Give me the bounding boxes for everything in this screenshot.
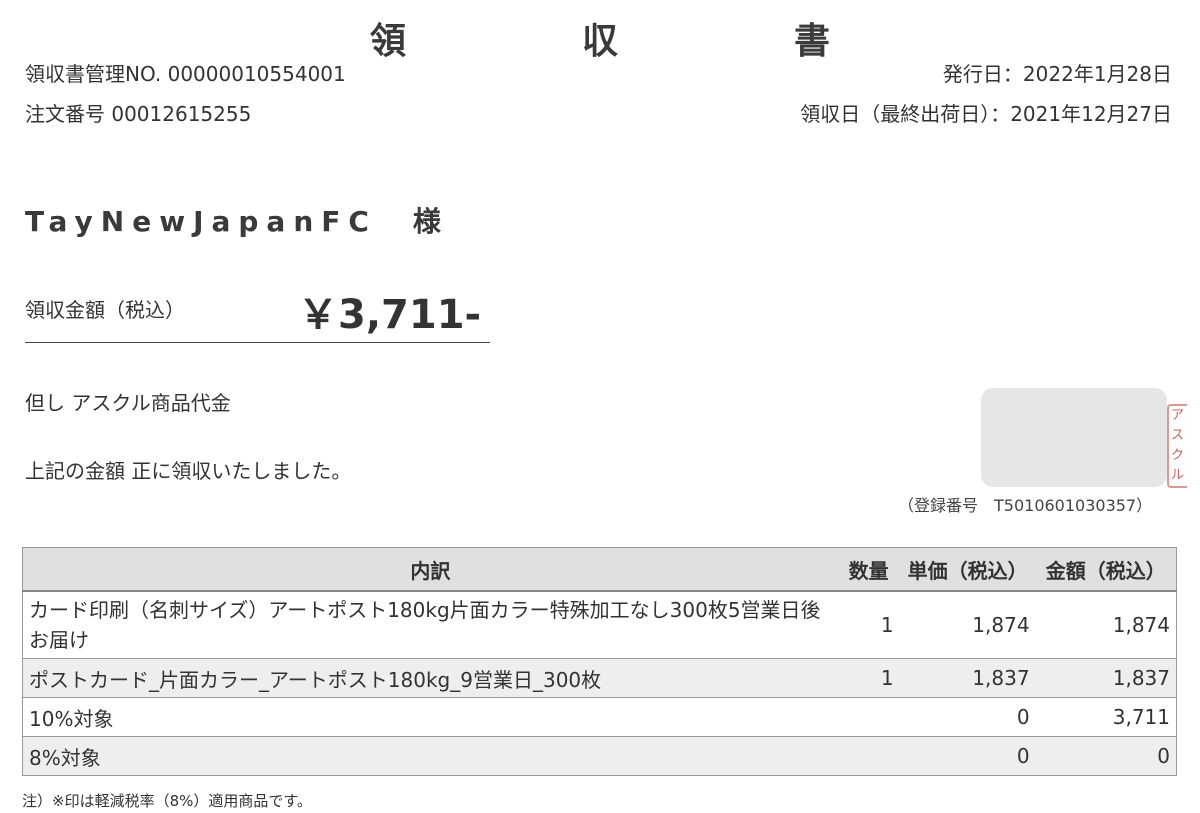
registration-number: （登録番号 T5010601030357） [898,496,1153,515]
redacted-stamp-area [981,388,1167,487]
row-amount: 1,837 [1035,658,1177,698]
header-amount: 金額（税込） [1035,547,1177,592]
received-statement: 上記の金額 正に領収いたしました。 [25,459,352,483]
breakdown-table: 内訳 数量 単価（税込） 金額（税込） カード印刷（名刺サイズ）アートポスト18… [21,547,1177,776]
row-unit-price: 0 [899,736,1036,776]
table-row: カード印刷（名刺サイズ）アートポスト180kg片面カラー特殊加工なし300枚5営… [21,590,1177,659]
row-unit-price: 0 [899,697,1036,737]
order-number: 注文番号 00012615255 [25,102,252,126]
table-header-row: 内訳 数量 単価（税込） 金額（税込） [21,547,1177,592]
row-quantity: 1 [837,590,900,659]
amount-label: 領収金額（税込） [25,298,185,322]
management-number: 領収書管理NO. 00000010554001 [25,62,346,86]
amount-value: ￥3,711- [298,292,482,338]
row-unit-price: 1,874 [899,590,1036,659]
row-quantity [837,736,900,776]
row-description: ポストカード_片面カラー_アートポスト180kg_9営業日_300枚 [21,658,838,698]
receipt-date: 領収日（最終出荷日）：2021年12月27日 [800,102,1172,126]
header-quantity: 数量 [837,547,900,592]
issue-date: 発行日：2022年1月28日 [942,62,1172,86]
table-row: ポストカード_片面カラー_アートポスト180kg_9営業日_300枚 1 1,8… [21,658,1177,698]
proviso-text: 但し アスクル商品代金 [25,391,231,415]
seal-char: ル [1171,468,1185,483]
row-quantity [837,697,900,737]
row-amount: 3,711 [1035,697,1177,737]
seal-char: ク [1171,448,1185,463]
seal-char: ス [1171,428,1185,443]
header-description: 内訳 [21,547,838,592]
footnote: 注）※印は軽減税率（8%）適用商品です。 [22,792,312,810]
amount-underline [25,342,490,343]
receipt-title: 領 収 書 [369,21,900,62]
row-description: 8%対象 [21,736,838,776]
header-unit-price: 単価（税込） [899,547,1036,592]
table-row: 10%対象 0 3,711 [21,697,1177,737]
row-description: カード印刷（名刺サイズ）アートポスト180kg片面カラー特殊加工なし300枚5営… [21,590,838,659]
company-seal: ア ス ク ル [1167,404,1187,488]
table-row: 8%対象 0 0 [21,736,1177,776]
row-unit-price: 1,837 [899,658,1036,698]
seal-char: ア [1171,408,1185,423]
row-amount: 1,874 [1035,590,1177,659]
row-description: 10%対象 [21,697,838,737]
row-amount: 0 [1035,736,1177,776]
customer-name: TayNewJapanFC 様 [25,205,449,238]
row-quantity: 1 [837,658,900,698]
